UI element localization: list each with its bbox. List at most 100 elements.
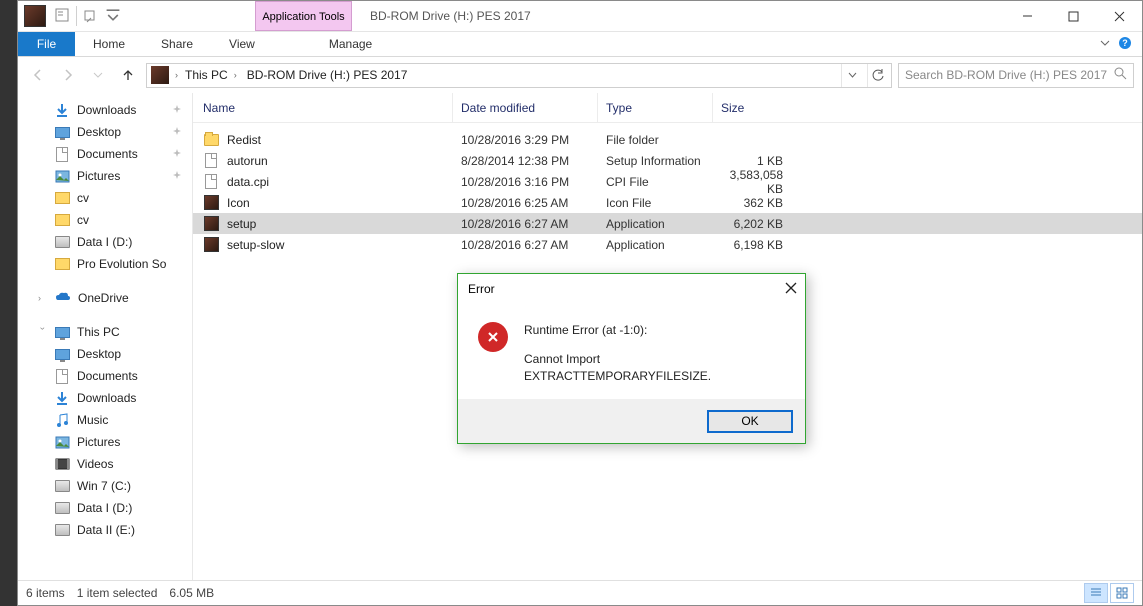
file-size: 6,202 KB bbox=[713, 217, 843, 231]
column-name[interactable]: Name bbox=[193, 93, 453, 122]
folder-icon bbox=[54, 191, 70, 205]
status-count: 6 items bbox=[26, 586, 65, 600]
file-list[interactable]: Redist10/28/2016 3:29 PMFile folderautor… bbox=[193, 123, 1142, 255]
search-icon bbox=[1114, 67, 1127, 83]
dialog-body: Runtime Error (at -1:0): Cannot Import E… bbox=[458, 304, 805, 399]
location-icon bbox=[151, 66, 169, 84]
collapse-icon[interactable]: › bbox=[38, 327, 48, 337]
column-size[interactable]: Size bbox=[713, 93, 843, 122]
dialog-line2: Cannot Import EXTRACTTEMPORARYFILESIZE. bbox=[524, 351, 785, 385]
refresh-button[interactable] bbox=[867, 64, 889, 87]
view-large-button[interactable] bbox=[1110, 583, 1134, 603]
breadcrumb-thispc[interactable]: This PC› bbox=[182, 68, 240, 82]
sidebar-thispc[interactable]: › This PC bbox=[18, 321, 192, 343]
file-type: CPI File bbox=[598, 175, 713, 189]
address-bar[interactable]: › This PC› BD-ROM Drive (H:) PES 2017 bbox=[146, 63, 892, 88]
pin-icon bbox=[172, 125, 182, 139]
sidebar-item-label: Pictures bbox=[77, 169, 120, 183]
minimize-button[interactable] bbox=[1004, 1, 1050, 31]
sidebar-item-pro-evolution-so[interactable]: Pro Evolution So bbox=[18, 253, 192, 275]
expand-icon[interactable]: › bbox=[38, 293, 48, 303]
onedrive-icon bbox=[55, 291, 71, 306]
sidebar-item-data-i-d-[interactable]: Data I (D:) bbox=[18, 497, 192, 519]
file-row[interactable]: autorun8/28/2014 12:38 PMSetup Informati… bbox=[193, 150, 1142, 171]
file-size: 1 KB bbox=[713, 154, 843, 168]
dialog-footer: OK bbox=[458, 399, 805, 443]
chevron-right-icon[interactable]: › bbox=[175, 70, 178, 80]
search-input[interactable]: Search BD-ROM Drive (H:) PES 2017 bbox=[898, 63, 1134, 88]
dialog-close-button[interactable] bbox=[785, 282, 797, 297]
sidebar-item-cv[interactable]: cv bbox=[18, 187, 192, 209]
file-date: 10/28/2016 6:27 AM bbox=[453, 238, 598, 252]
file-name: setup bbox=[227, 217, 256, 231]
sidebar-item-documents[interactable]: Documents bbox=[18, 365, 192, 387]
address-history-dropdown[interactable] bbox=[841, 64, 863, 87]
file-date: 10/28/2016 6:25 AM bbox=[453, 196, 598, 210]
view-details-button[interactable] bbox=[1084, 583, 1108, 603]
desktop-icon bbox=[54, 347, 70, 361]
sidebar-item-desktop[interactable]: Desktop bbox=[18, 121, 192, 143]
tab-view[interactable]: View bbox=[211, 32, 273, 56]
sidebar-item-label: Documents bbox=[77, 147, 138, 161]
nav-up-button[interactable] bbox=[116, 63, 140, 87]
file-row[interactable]: Icon10/28/2016 6:25 AMIcon File362 KB bbox=[193, 192, 1142, 213]
file-row[interactable]: data.cpi10/28/2016 3:16 PMCPI File3,583,… bbox=[193, 171, 1142, 192]
sidebar-item-desktop[interactable]: Desktop bbox=[18, 343, 192, 365]
help-icon[interactable]: ? bbox=[1118, 36, 1132, 53]
breadcrumb-drive[interactable]: BD-ROM Drive (H:) PES 2017 bbox=[244, 68, 411, 82]
dialog-line1: Runtime Error (at -1:0): bbox=[524, 322, 785, 339]
sidebar-item-documents[interactable]: Documents bbox=[18, 143, 192, 165]
quick-access-toolbar bbox=[50, 1, 125, 31]
nav-recent-dropdown[interactable] bbox=[86, 63, 110, 87]
file-date: 10/28/2016 6:27 AM bbox=[453, 217, 598, 231]
sidebar-item-pictures[interactable]: Pictures bbox=[18, 165, 192, 187]
tab-share[interactable]: Share bbox=[143, 32, 211, 56]
ok-button[interactable]: OK bbox=[707, 410, 793, 433]
pin-icon bbox=[172, 103, 182, 117]
sidebar-item-pictures[interactable]: Pictures bbox=[18, 431, 192, 453]
tab-home[interactable]: Home bbox=[75, 32, 143, 56]
navigation-pane[interactable]: Downloads Desktop Documents Pictures cvcv Dat… bbox=[18, 93, 193, 580]
properties-icon[interactable] bbox=[54, 7, 70, 26]
sidebar-item-music[interactable]: Music bbox=[18, 409, 192, 431]
nav-back-button[interactable] bbox=[26, 63, 50, 87]
file-row[interactable]: setup10/28/2016 6:27 AMApplication6,202 … bbox=[193, 213, 1142, 234]
sidebar-onedrive[interactable]: › OneDrive bbox=[18, 287, 192, 309]
sidebar-item-win-7-c-[interactable]: Win 7 (C:) bbox=[18, 475, 192, 497]
sidebar-item-cv[interactable]: cv bbox=[18, 209, 192, 231]
file-date: 8/28/2014 12:38 PM bbox=[453, 154, 598, 168]
pictures-icon bbox=[54, 435, 70, 449]
svg-text:?: ? bbox=[1122, 38, 1128, 48]
maximize-button[interactable] bbox=[1050, 1, 1096, 31]
qat-dropdown[interactable] bbox=[83, 8, 99, 24]
sidebar-item-label: Desktop bbox=[77, 125, 121, 139]
ribbon-expand-icon[interactable] bbox=[1100, 37, 1110, 51]
column-type[interactable]: Type bbox=[598, 93, 713, 122]
qat-overflow-icon[interactable] bbox=[105, 7, 121, 26]
sidebar-item-label: Data I (D:) bbox=[77, 235, 132, 249]
file-size: 6,198 KB bbox=[713, 238, 843, 252]
sidebar-item-label: Win 7 (C:) bbox=[77, 479, 131, 493]
sidebar-item-downloads[interactable]: Downloads bbox=[18, 99, 192, 121]
sidebar-item-downloads[interactable]: Downloads bbox=[18, 387, 192, 409]
sidebar-item-videos[interactable]: Videos bbox=[18, 453, 192, 475]
file-size: 3,583,058 KB bbox=[713, 168, 843, 196]
sidebar-item-label: Desktop bbox=[77, 347, 121, 361]
tab-manage[interactable]: Manage bbox=[303, 32, 398, 56]
documents-icon bbox=[54, 147, 70, 161]
sidebar-item-data-i-d-[interactable]: Data I (D:) bbox=[18, 231, 192, 253]
file-row[interactable]: setup-slow10/28/2016 6:27 AMApplication6… bbox=[193, 234, 1142, 255]
file-icon bbox=[203, 174, 219, 190]
file-tab[interactable]: File bbox=[18, 32, 75, 56]
sidebar-item-data-ii-e-[interactable]: Data II (E:) bbox=[18, 519, 192, 541]
contextual-tab[interactable]: Application Tools bbox=[255, 1, 352, 31]
nav-forward-button[interactable] bbox=[56, 63, 80, 87]
file-name: Redist bbox=[227, 133, 261, 147]
dialog-titlebar[interactable]: Error bbox=[458, 274, 805, 304]
downloads-icon bbox=[54, 391, 70, 405]
window-controls bbox=[1004, 1, 1142, 31]
close-button[interactable] bbox=[1096, 1, 1142, 31]
column-date[interactable]: Date modified bbox=[453, 93, 598, 122]
app-icon bbox=[24, 5, 46, 27]
file-row[interactable]: Redist10/28/2016 3:29 PMFile folder bbox=[193, 129, 1142, 150]
